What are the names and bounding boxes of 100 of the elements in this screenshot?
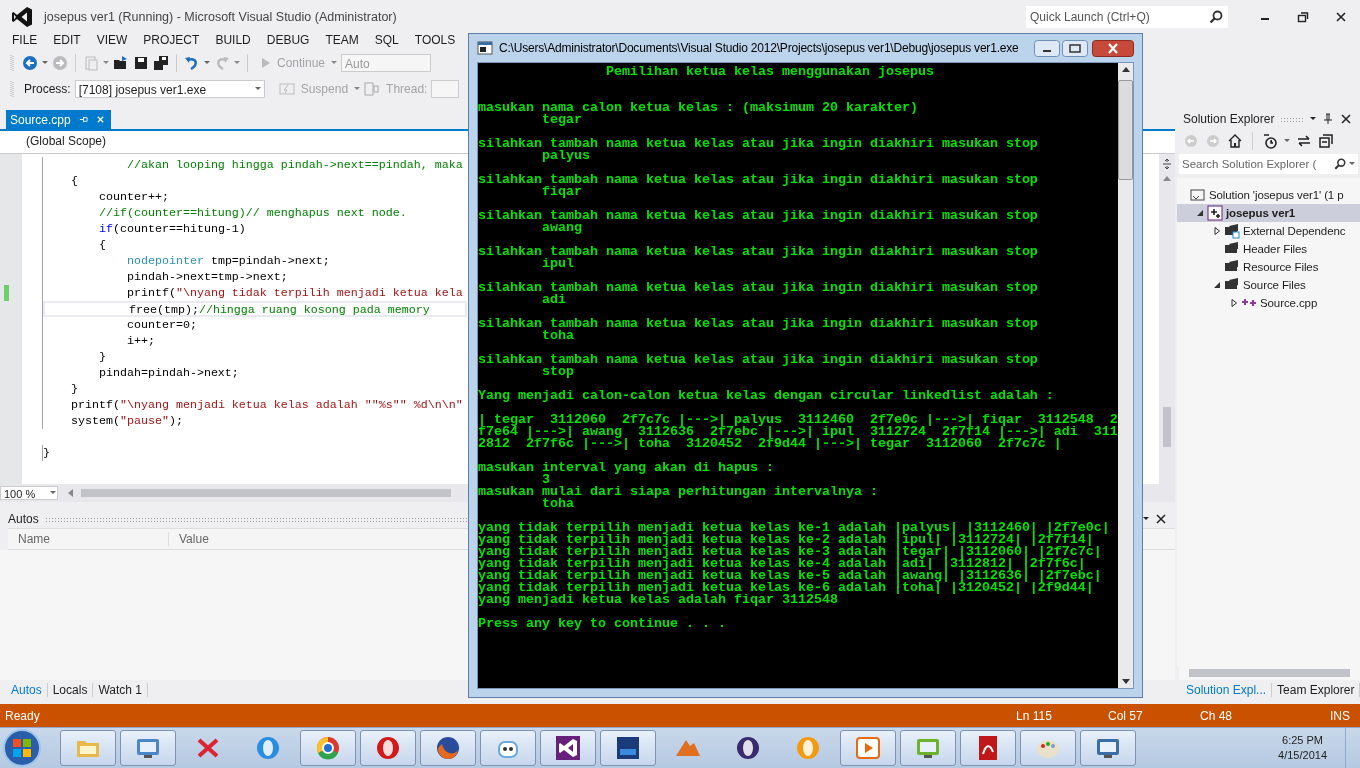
play-icon[interactable] [854, 734, 882, 762]
code-line: i++; [125, 333, 155, 349]
expand-arrow-icon[interactable] [1213, 227, 1221, 235]
console-line: masukan mulai dari siapa perhitungan intervalnya : [478, 484, 878, 499]
vs-logo-icon[interactable] [554, 734, 582, 762]
scope-dropdown[interactable]: (Global Scope) [6, 131, 466, 151]
code-line: } [97, 349, 106, 365]
process-dropdown[interactable]: [7108] josepus ver1.exe [74, 80, 265, 98]
menu-item[interactable]: TEAM [317, 33, 367, 50]
column-header[interactable]: Value [169, 532, 449, 546]
menu-item[interactable]: DEBUG [258, 33, 318, 50]
menu-item[interactable]: BUILD [207, 33, 259, 50]
search-icon [1209, 9, 1223, 24]
scroll-left-icon[interactable] [68, 489, 73, 497]
close-icon[interactable] [1155, 513, 1167, 525]
column-header[interactable]: Name [8, 532, 169, 546]
expand-arrow-icon[interactable] [1230, 299, 1238, 307]
taskbar-button[interactable] [960, 730, 1016, 766]
search-icon[interactable] [1334, 158, 1346, 170]
tree-item[interactable]: Source Files [1177, 276, 1360, 294]
search-field[interactable]: Search Solution Explorer ( [1179, 154, 1358, 174]
tree-item[interactable]: Source.cpp [1177, 294, 1360, 312]
document-tab[interactable]: Source.cpp [6, 110, 111, 129]
code-line: pindah->next=tmp->next; [125, 269, 288, 285]
panel-tab[interactable]: Solution Expl... [1181, 683, 1273, 697]
code-line: printf("\nyang menjadi ketua kelas adalah ""%s"" %d\n\n" [69, 397, 463, 413]
tree-item[interactable]: Solution 'josepus ver1' (1 p [1177, 186, 1360, 204]
sync-icon[interactable] [1296, 133, 1312, 149]
insert-mode: INS [1330, 708, 1351, 723]
solution-icon [1190, 187, 1206, 203]
panel-tab[interactable]: Locals [47, 683, 94, 697]
close-icon[interactable] [1334, 9, 1348, 24]
ring-icon[interactable] [374, 734, 402, 762]
taskbar-button[interactable] [420, 730, 476, 766]
expand-arrow-icon[interactable] [1213, 281, 1221, 289]
thread-label: Thread: [386, 82, 428, 96]
clock-icon[interactable] [1262, 133, 1278, 149]
close-icon[interactable] [1340, 113, 1352, 125]
save-all-icon[interactable] [153, 55, 169, 71]
horizontal-scrollbar[interactable] [1189, 669, 1350, 677]
ring-icon[interactable] [734, 734, 762, 762]
minimize-icon[interactable] [1034, 39, 1060, 57]
console-line: toha [541, 328, 574, 343]
quick-launch-field[interactable]: Quick Launch (Ctrl+Q) [1026, 5, 1228, 28]
taskbar-button[interactable] [1080, 730, 1136, 766]
console-line: | tegar 3112060 2f7c7c |--->| palyus 3112460 2f7e0c |--->| fiqar 3112548 2 [478, 412, 1118, 427]
open-folder-icon[interactable] [113, 55, 129, 71]
tab-label[interactable]: Source.cpp [10, 112, 71, 127]
tree-item[interactable]: External Dependenc [1177, 222, 1360, 240]
zoom-dropdown[interactable]: 100 % [0, 486, 58, 500]
scroll-thumb[interactable] [1118, 80, 1133, 180]
console-line: silahkan tambah nama ketua kelas atau jika ingin diakhiri masukan stop [478, 172, 1038, 187]
expand-arrow-icon[interactable] [1196, 209, 1204, 217]
undo-icon[interactable] [184, 55, 200, 71]
thread-icon [364, 81, 381, 97]
console-line: palyus [541, 148, 590, 163]
scroll-up-icon[interactable] [1121, 67, 1130, 72]
menu-item[interactable]: EDIT [45, 33, 89, 50]
menu-item[interactable]: FILE [4, 33, 46, 50]
taskbar-button[interactable] [360, 730, 416, 766]
tree-item[interactable]: Header Files [1177, 240, 1360, 258]
tree-item[interactable]: Resource Files [1177, 258, 1360, 276]
split-icon[interactable] [1162, 158, 1172, 170]
code-line: printf("\nyang tidak terpilih menjadi ketua kela [125, 285, 463, 301]
console-app-icon [477, 40, 493, 56]
panel-tab[interactable]: Autos [6, 683, 48, 697]
tree-item[interactable]: josepus ver1 [1177, 204, 1360, 222]
scroll-thumb[interactable] [1163, 407, 1171, 447]
panel-tab[interactable]: Team Explorer [1272, 683, 1360, 697]
save-icon[interactable] [133, 55, 149, 71]
panel-title: Autos [8, 512, 39, 526]
box-icon[interactable] [614, 734, 642, 762]
taskbar-button[interactable] [600, 730, 656, 766]
collapse-all-icon[interactable] [1318, 133, 1334, 149]
pin-icon[interactable] [1322, 113, 1334, 125]
menu-item[interactable]: TOOLS [406, 33, 464, 50]
caret-icon[interactable] [1143, 517, 1149, 521]
editor-scrollbar[interactable] [1159, 154, 1175, 484]
code-line: counter++; [97, 189, 169, 205]
menu-item[interactable]: PROJECT [135, 33, 208, 50]
menu-item[interactable]: VIEW [88, 33, 136, 50]
home-icon[interactable] [1227, 133, 1243, 149]
console-line: 3 [541, 472, 550, 487]
close-icon[interactable] [1092, 39, 1134, 57]
console-scrollbar[interactable] [1118, 63, 1133, 688]
menu-item[interactable]: SQL [366, 33, 407, 50]
caret-icon[interactable] [1310, 117, 1316, 121]
code-line: } [69, 381, 78, 397]
back-icon[interactable] [22, 55, 38, 71]
start-button-icon[interactable] [2, 728, 42, 768]
taskbar-button[interactable] [540, 730, 596, 766]
maximize-icon[interactable] [1062, 39, 1088, 57]
panel-tab[interactable]: Watch 1 [93, 683, 148, 697]
restore-icon[interactable] [1296, 9, 1310, 24]
browser-icon[interactable] [314, 734, 342, 762]
horizontal-scrollbar[interactable] [81, 489, 451, 497]
clock-time: 6:25 PM [1282, 733, 1323, 748]
code-line: pindah=pindah->next; [97, 365, 239, 381]
globe-icon[interactable] [434, 734, 462, 762]
console-line: toha [541, 496, 574, 511]
